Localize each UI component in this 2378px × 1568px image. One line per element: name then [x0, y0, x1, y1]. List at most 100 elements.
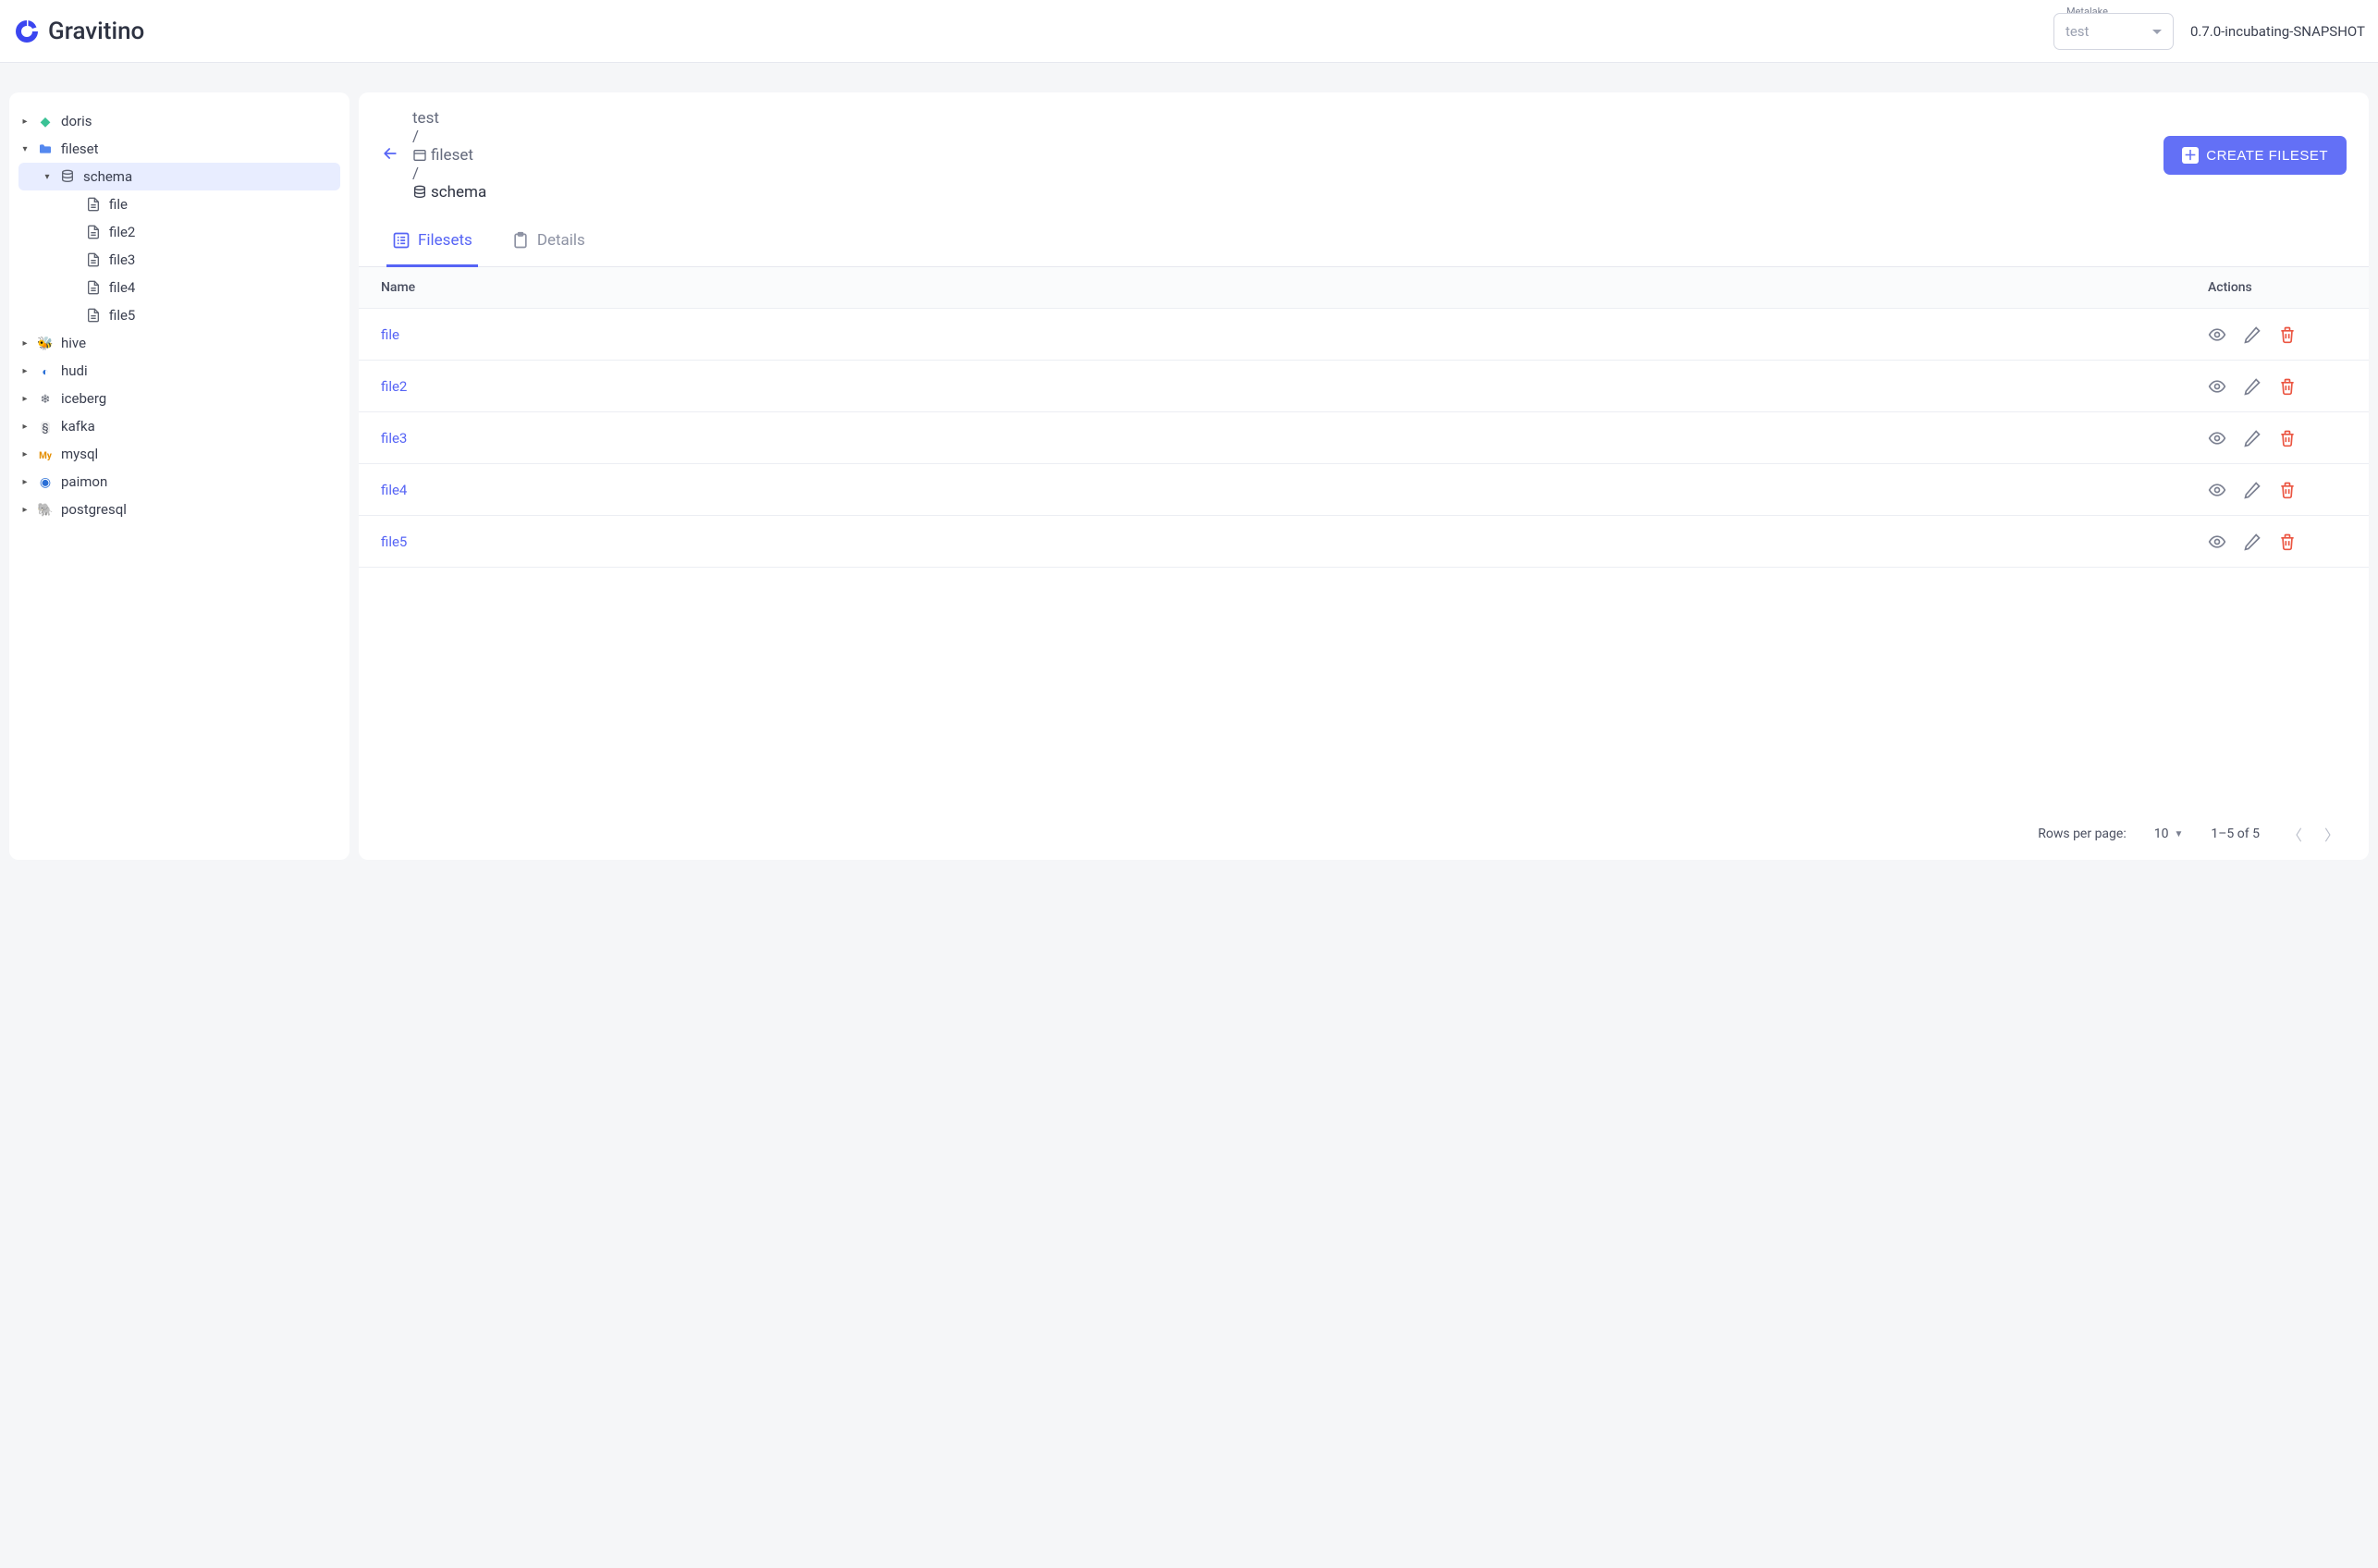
- edit-icon[interactable]: [2243, 325, 2262, 344]
- chevron-down-icon: ▼: [2174, 829, 2183, 839]
- row-name-link[interactable]: file3: [381, 430, 2208, 447]
- tree-caret-icon[interactable]: ▾: [41, 170, 54, 183]
- sidebar-item-mysql[interactable]: ▸Mymysql: [18, 440, 340, 468]
- tab-label: Filesets: [418, 231, 472, 250]
- table-header: Name Actions: [359, 267, 2369, 309]
- table-row: file5: [359, 516, 2369, 568]
- create-fileset-button[interactable]: ＋ CREATE FILESET: [2163, 136, 2347, 175]
- sidebar-item-label: hive: [61, 335, 86, 351]
- sidebar: ▸ ◆ doris ▾ fileset ▾schemafile file2 file3 file…: [9, 92, 349, 860]
- tree-caret-icon[interactable]: ▸: [18, 475, 31, 488]
- edit-icon[interactable]: [2243, 429, 2262, 447]
- filesets-tab-icon: [392, 231, 411, 250]
- prev-page-button[interactable]: 〈: [2287, 823, 2302, 845]
- delete-icon[interactable]: [2278, 377, 2297, 396]
- breadcrumb-test[interactable]: test: [412, 109, 486, 128]
- edit-icon[interactable]: [2243, 481, 2262, 499]
- pager: Rows per page: 10 ▼ 1–5 of 5 〈 〉: [359, 808, 2369, 860]
- row-name-link[interactable]: file5: [381, 533, 2208, 550]
- delete-icon[interactable]: [2278, 325, 2297, 344]
- sidebar-item-schema[interactable]: ▾schema: [18, 163, 340, 190]
- row-name-link[interactable]: file4: [381, 482, 2208, 498]
- tree-caret-icon[interactable]: ▸: [18, 337, 31, 349]
- sidebar-item-file2[interactable]: file2: [18, 218, 340, 246]
- tab-filesets[interactable]: Filesets: [386, 218, 478, 267]
- brand-logo-icon: [13, 18, 41, 45]
- view-icon[interactable]: [2208, 429, 2226, 447]
- sidebar-item-postgresql[interactable]: ▸🐘postgresql: [18, 496, 340, 523]
- file-icon: [86, 252, 101, 267]
- sidebar-item-doris[interactable]: ▸ ◆ doris: [18, 107, 340, 135]
- tree-caret-icon[interactable]: ▸: [18, 447, 31, 460]
- metalake-select[interactable]: test: [2053, 13, 2174, 50]
- tree-caret-icon[interactable]: ▸: [18, 503, 31, 516]
- sidebar-item-label: fileset: [61, 141, 99, 157]
- sidebar-item-label: kafka: [61, 418, 95, 435]
- sidebar-item-label: iceberg: [61, 390, 106, 407]
- tabs: Filesets Details: [359, 218, 2369, 267]
- sidebar-item-hive[interactable]: ▸ 🐝 hive: [18, 329, 340, 357]
- back-button[interactable]: [381, 144, 399, 167]
- delete-icon[interactable]: [2278, 429, 2297, 447]
- tree-caret-icon[interactable]: ▸: [18, 115, 31, 128]
- delete-icon[interactable]: [2278, 533, 2297, 551]
- details-tab-icon: [511, 231, 530, 250]
- rows-per-page-select[interactable]: 10 ▼: [2154, 827, 2184, 841]
- sidebar-item-label: paimon: [61, 473, 107, 490]
- sidebar-item-label: doris: [61, 113, 92, 129]
- iceberg-icon: ❄: [41, 390, 51, 407]
- sidebar-item-label: file4: [109, 279, 135, 296]
- delete-icon[interactable]: [2278, 481, 2297, 499]
- tab-label: Details: [537, 231, 585, 250]
- sidebar-item-fileset[interactable]: ▾ fileset: [18, 135, 340, 163]
- page-range: 1–5 of 5: [2211, 827, 2260, 841]
- metalake-value: test: [2065, 23, 2090, 40]
- tree-caret-icon[interactable]: ▾: [18, 142, 31, 155]
- sidebar-item-iceberg[interactable]: ▸ ❄ iceberg: [18, 385, 340, 412]
- fileset-icon: [412, 148, 427, 163]
- breadcrumb-label: test: [412, 109, 439, 128]
- file-icon: [86, 308, 101, 323]
- view-icon[interactable]: [2208, 533, 2226, 551]
- sidebar-item-label: file5: [109, 307, 135, 324]
- sidebar-item-label: file2: [109, 224, 135, 240]
- row-name-link[interactable]: file2: [381, 378, 2208, 395]
- table-row: file2: [359, 361, 2369, 412]
- postgresql-icon: 🐘: [37, 501, 53, 518]
- sidebar-item-kafka[interactable]: ▸§kafka: [18, 412, 340, 440]
- sidebar-item-label: hudi: [61, 362, 88, 379]
- doris-icon: ◆: [41, 113, 51, 129]
- sidebar-item-file4[interactable]: file4: [18, 274, 340, 301]
- sidebar-item-file5[interactable]: file5: [18, 301, 340, 329]
- folder-icon: [38, 141, 53, 156]
- tree-caret-icon[interactable]: ▸: [18, 392, 31, 405]
- breadcrumb-fileset[interactable]: fileset: [412, 146, 486, 165]
- tree-caret-icon[interactable]: ▸: [18, 420, 31, 433]
- table-row: file3: [359, 412, 2369, 464]
- view-icon[interactable]: [2208, 481, 2226, 499]
- paimon-icon: ◉: [40, 473, 51, 490]
- hive-icon: 🐝: [37, 335, 53, 351]
- row-name-link[interactable]: file: [381, 326, 2208, 343]
- file-icon: [86, 197, 101, 212]
- sidebar-item-file[interactable]: file: [18, 190, 340, 218]
- brand[interactable]: Gravitino: [13, 18, 144, 45]
- sidebar-item-paimon[interactable]: ▸ ◉ paimon: [18, 468, 340, 496]
- sidebar-item-label: file3: [109, 251, 135, 268]
- sidebar-item-hudi[interactable]: ▸◐hudi: [18, 357, 340, 385]
- brand-name: Gravitino: [48, 18, 144, 45]
- edit-icon[interactable]: [2243, 377, 2262, 396]
- edit-icon[interactable]: [2243, 533, 2262, 551]
- sidebar-item-file3[interactable]: file3: [18, 246, 340, 274]
- tree-caret-icon[interactable]: ▸: [18, 364, 31, 377]
- next-page-button[interactable]: 〉: [2324, 823, 2339, 845]
- view-icon[interactable]: [2208, 325, 2226, 344]
- version-label: 0.7.0-incubating-SNAPSHOT: [2190, 23, 2365, 40]
- table-row: file: [359, 309, 2369, 361]
- view-icon[interactable]: [2208, 377, 2226, 396]
- breadcrumb-label: fileset: [431, 146, 473, 165]
- mysql-icon: My: [39, 446, 52, 462]
- breadcrumb-separator: /: [412, 128, 419, 146]
- plus-icon: ＋: [2182, 147, 2199, 164]
- tab-details[interactable]: Details: [506, 218, 591, 267]
